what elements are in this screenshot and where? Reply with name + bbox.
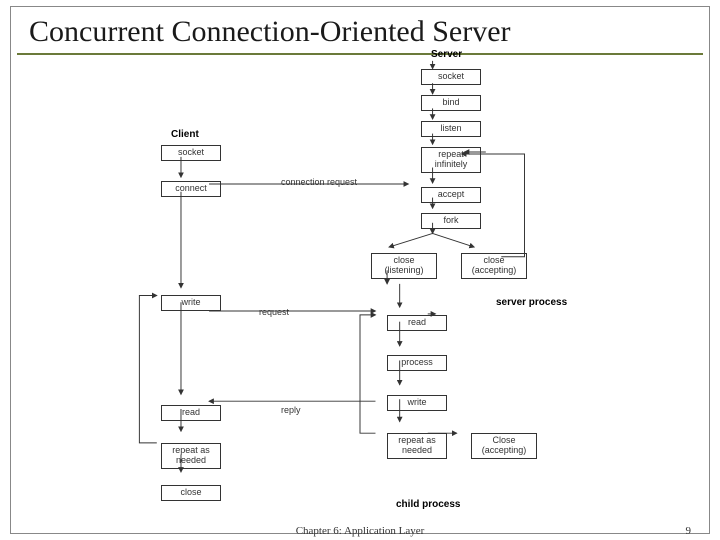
server-accept-box: accept [421, 187, 481, 203]
server-header-label: Server [431, 49, 462, 60]
close-listening-box: close (listening) [371, 253, 437, 279]
slide-title: Concurrent Connection-Oriented Server [17, 7, 703, 55]
child-read-box: read [387, 315, 447, 331]
child-write-box: write [387, 395, 447, 411]
diagram-area: Server Client server process child proce… [31, 57, 689, 503]
slide-frame: Concurrent Connection-Oriented Server Se… [10, 6, 710, 534]
child-close-accepting-box: Close (accepting) [471, 433, 537, 459]
child-repeat-box: repeat as needed [387, 433, 447, 459]
chapter-label: Chapter 6: Application Layer [296, 525, 425, 537]
server-bind-box: bind [421, 95, 481, 111]
server-fork-box: fork [421, 213, 481, 229]
client-close-box: close [161, 485, 221, 501]
client-header-label: Client [171, 129, 199, 140]
client-socket-box: socket [161, 145, 221, 161]
server-process-label: server process [496, 297, 567, 308]
server-listen-box: listen [421, 121, 481, 137]
diagram-arrows [31, 57, 689, 503]
server-socket-box: socket [421, 69, 481, 85]
client-read-box: read [161, 405, 221, 421]
conn-request-label: connection request [281, 177, 357, 187]
page-number: 9 [686, 525, 692, 537]
request-label: request [259, 307, 289, 317]
client-write-box: write [161, 295, 221, 311]
child-process-box: process [387, 355, 447, 371]
close-accepting-box: close (accepting) [461, 253, 527, 279]
reply-label: reply [281, 405, 301, 415]
child-process-label: child process [396, 499, 460, 510]
client-connect-box: connect [161, 181, 221, 197]
server-repeat-inf-box: repeat infinitely [421, 147, 481, 173]
client-repeat-box: repeat as needed [161, 443, 221, 469]
